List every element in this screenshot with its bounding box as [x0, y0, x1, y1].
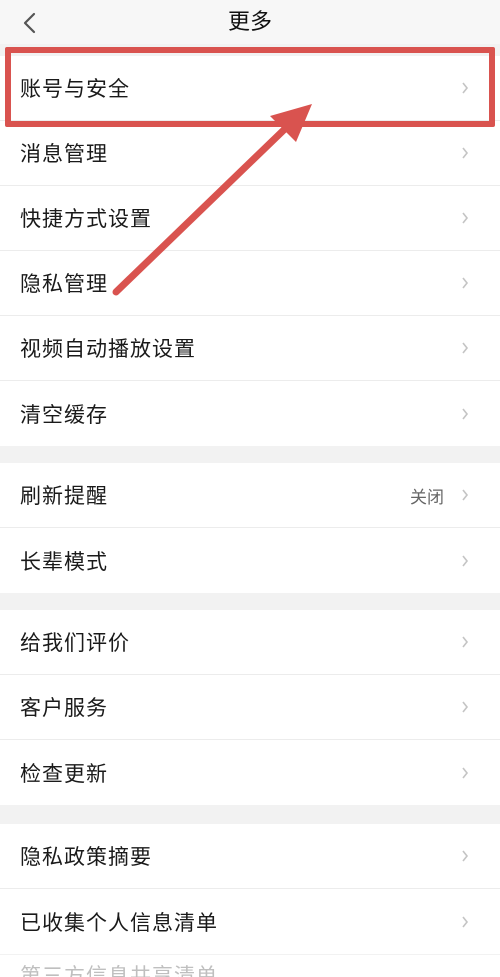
annotation-arrow-icon [112, 104, 312, 296]
